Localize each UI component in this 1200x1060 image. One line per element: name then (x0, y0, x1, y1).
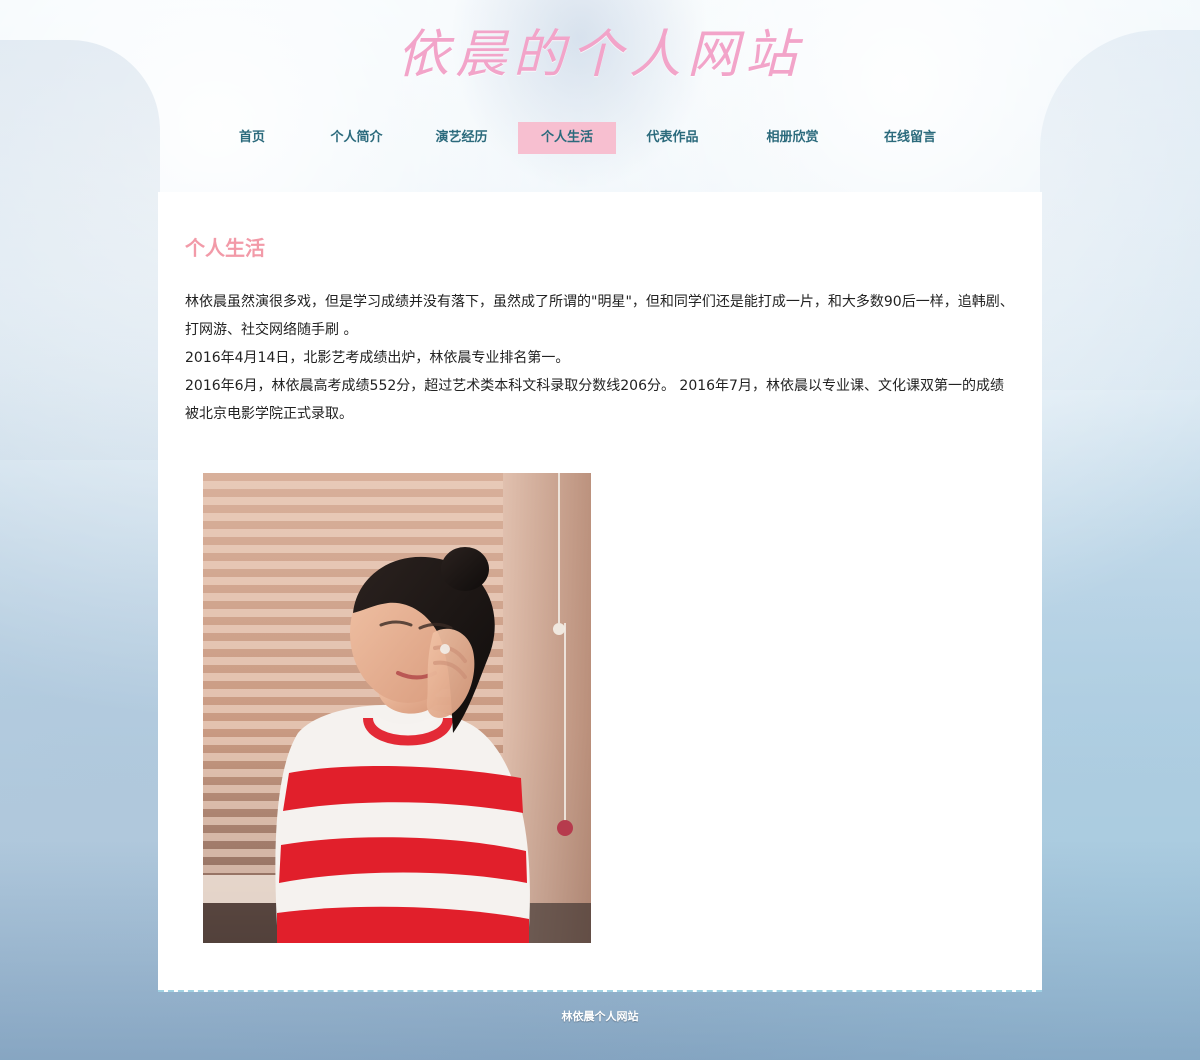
content-text: 林依晨虽然演很多戏，但是学习成绩并没有落下，虽然成了所谓的"明星"，但和同学们还… (185, 288, 1015, 428)
section-title: 个人生活 (185, 236, 265, 260)
nav-item-guestbook[interactable]: 在线留言 (855, 122, 965, 154)
paragraph: 2016年4月14日，北影艺考成绩出炉，林依晨专业排名第一。 (185, 350, 570, 366)
personal-life-photo (203, 473, 591, 943)
main-nav: 首页 个人简介 演艺经历 个人生活 代表作品 相册欣赏 在线留言 (200, 122, 1000, 154)
site-footer: 林依晨个人网站 (561, 1010, 639, 1023)
nav-item-works[interactable]: 代表作品 (620, 122, 725, 154)
site-title: 依晨的个人网站 (396, 25, 803, 85)
photo-illustration (203, 473, 591, 943)
nav-item-album[interactable]: 相册欣赏 (735, 122, 850, 154)
nav-item-personal-life[interactable]: 个人生活 (518, 122, 616, 154)
content-card: 个人生活 林依晨虽然演很多戏，但是学习成绩并没有落下，虽然成了所谓的"明星"，但… (158, 192, 1042, 992)
paragraph: 林依晨虽然演很多戏，但是学习成绩并没有落下，虽然成了所谓的"明星"，但和同学们还… (185, 294, 1014, 338)
nav-item-home[interactable]: 首页 (200, 122, 304, 154)
site-header: 依晨的个人网站 首页 个人简介 演艺经历 个人生活 代表作品 相册欣赏 在线留言 (0, 0, 1200, 190)
nav-item-profile[interactable]: 个人简介 (304, 122, 409, 154)
paragraph: 2016年6月，林依晨高考成绩552分，超过艺术类本科文科录取分数线206分。 … (185, 378, 1004, 422)
nav-item-career[interactable]: 演艺经历 (409, 122, 514, 154)
